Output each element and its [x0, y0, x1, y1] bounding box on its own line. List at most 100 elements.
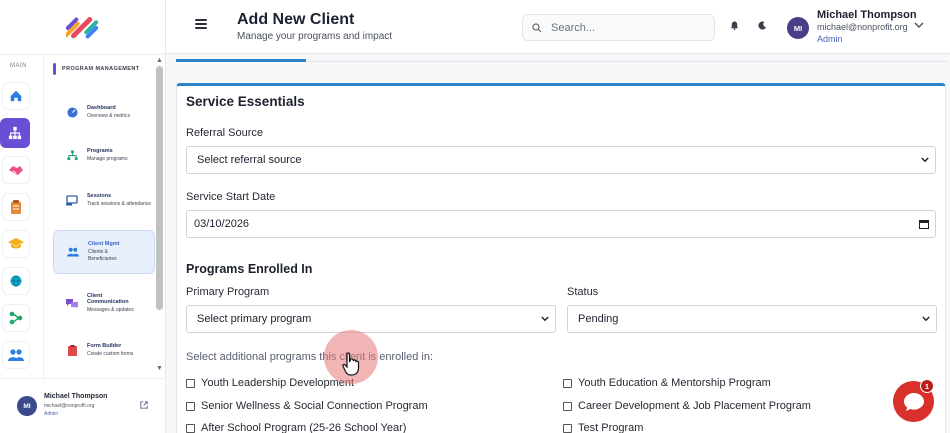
sidebar-item-title: Client Communication	[87, 292, 129, 305]
search-bar[interactable]	[522, 14, 715, 41]
flow-icon[interactable]	[2, 304, 30, 332]
external-link-icon[interactable]	[140, 401, 148, 409]
sidebar-item-dashboard[interactable]: Dashboard Overview & metrics	[53, 90, 155, 134]
status-select[interactable]: Pending	[567, 305, 937, 333]
section-title: Service Essentials	[186, 94, 305, 109]
scroll-down-arrow-icon[interactable]: ▼	[156, 365, 163, 372]
chevron-down-icon	[541, 316, 549, 322]
sidebar-item-title: Sessions	[87, 192, 112, 199]
search-icon	[532, 22, 542, 33]
sessions-icon	[65, 194, 79, 206]
checkbox[interactable]	[186, 378, 195, 388]
program-checkbox[interactable]: Test Program	[563, 422, 643, 433]
service-start-date-label: Service Start Date	[186, 191, 276, 203]
primary-program-select[interactable]: Select primary program	[186, 305, 556, 333]
service-essentials-card: Service Essentials Referral Source Selec…	[176, 83, 946, 433]
referral-source-select[interactable]: Select referral source	[186, 146, 936, 174]
service-start-date-input[interactable]: 03/10/2026	[186, 210, 936, 238]
referral-source-value: Select referral source	[197, 154, 302, 166]
menu-icon[interactable]	[195, 19, 207, 29]
sidebar-scroll-thumb[interactable]	[156, 66, 163, 310]
sidebar-item-title: Dashboard	[87, 104, 116, 111]
org-chart-icon[interactable]	[0, 118, 30, 148]
moon-icon[interactable]	[758, 21, 767, 32]
chevron-down-icon[interactable]	[914, 22, 924, 29]
sidebar-item-client-communication[interactable]: Client Communication Messages & updates	[53, 281, 155, 325]
sidebar-item-client-mgmt[interactable]: Client Mgmt Clients & Beneficiaries	[53, 230, 155, 274]
panel-title: PROGRAM MANAGEMENT	[62, 66, 140, 72]
sidebar-item-subtitle: Track sessions & attendance	[87, 200, 152, 207]
sidebar-divider	[0, 54, 166, 55]
sidebar-item-title: Form Builder	[87, 342, 122, 349]
program-checkbox[interactable]: Youth Education & Mentorship Program	[563, 377, 771, 389]
rail-label: MAIN	[10, 63, 27, 69]
referral-source-label: Referral Source	[186, 127, 264, 139]
user-role: Admin	[44, 411, 59, 417]
user-email: michael@nonprofit.org	[44, 403, 95, 409]
user-name: Michael Thompson	[817, 9, 917, 21]
app-logo[interactable]	[66, 12, 98, 44]
scroll-up-arrow-icon[interactable]: ▲	[156, 57, 163, 64]
chevron-down-icon	[922, 316, 930, 322]
sidebar-item-form-builder[interactable]: Form Builder Create custom forms	[53, 328, 155, 372]
dashboard-icon	[65, 106, 79, 118]
checkbox[interactable]	[563, 401, 572, 411]
primary-program-label: Primary Program	[186, 286, 270, 298]
status-label: Status	[567, 286, 599, 298]
additional-programs-hint: Select additional programs this client i…	[186, 351, 434, 363]
graduation-cap-icon[interactable]	[2, 230, 30, 258]
primary-program-value: Select primary program	[197, 313, 312, 325]
sidebar-item-subtitle: Clients & Beneficiaries	[88, 249, 117, 262]
program-checkbox[interactable]: After School Program (25-26 School Year)	[186, 422, 406, 433]
program-checkbox[interactable]: Youth Leadership Development	[186, 377, 354, 389]
globe-icon[interactable]	[2, 267, 30, 295]
form-icon	[65, 344, 79, 356]
sidebar-user-card: MI Michael Thompson michael@nonprofit.or…	[0, 378, 166, 433]
status-value: Pending	[578, 313, 619, 325]
home-icon[interactable]	[2, 82, 30, 110]
sidebar-item-programs[interactable]: Programs Manage programs	[53, 133, 155, 177]
avatar[interactable]: MI	[787, 17, 809, 39]
clients-icon	[66, 247, 80, 257]
checkbox[interactable]	[563, 423, 572, 433]
search-input[interactable]	[551, 21, 701, 34]
programs-icon	[65, 149, 79, 161]
checkbox[interactable]	[186, 401, 195, 411]
sidebar-item-subtitle: Messages & updates	[87, 306, 134, 313]
program-label: Youth Leadership Development	[201, 377, 355, 389]
program-checkbox[interactable]: Career Development & Job Placement Progr…	[563, 400, 811, 412]
avatar[interactable]: MI	[17, 396, 37, 416]
program-label: Test Program	[578, 422, 644, 433]
sidebar-item-subtitle: Overview & metrics	[87, 112, 131, 119]
program-checkbox[interactable]: Senior Wellness & Social Connection Prog…	[186, 400, 428, 412]
calendar-icon[interactable]	[919, 219, 929, 229]
active-tab-indicator[interactable]	[176, 59, 306, 62]
notification-badge: 1	[920, 379, 934, 393]
program-label: Career Development & Job Placement Progr…	[578, 400, 811, 412]
checkbox[interactable]	[563, 378, 572, 388]
sidebar-item-title: Client Mgmt	[88, 241, 120, 247]
hand-cursor-icon	[342, 352, 360, 376]
handshake-icon[interactable]	[2, 156, 30, 184]
page-title: Add New Client	[237, 11, 355, 28]
chat-bubbles-icon	[65, 298, 79, 308]
sidebar-item-sessions[interactable]: Sessions Track sessions & attendance	[53, 178, 155, 222]
program-label: Senior Wellness & Social Connection Prog…	[201, 400, 428, 412]
page-subtitle: Manage your programs and impact	[237, 31, 393, 42]
program-label: Youth Education & Mentorship Program	[578, 377, 771, 389]
clipboard-icon[interactable]	[2, 193, 30, 221]
panel-heading: PROGRAM MANAGEMENT	[53, 63, 139, 75]
users-icon[interactable]	[2, 341, 30, 369]
user-name: Michael Thompson	[44, 393, 108, 400]
program-label: After School Program (25-26 School Year)	[201, 422, 407, 433]
sidebar: MAIN PROGRAM MANAGEMENT Dashboard Overvi…	[0, 0, 166, 433]
user-role: Admin	[817, 34, 843, 44]
user-email: michael@nonprofit.org	[817, 22, 908, 32]
chat-bubble-icon	[903, 392, 924, 411]
sidebar-item-subtitle: Manage programs	[87, 155, 128, 162]
bell-icon[interactable]	[730, 21, 739, 32]
checkbox[interactable]	[186, 423, 195, 433]
service-start-date-value: 03/10/2026	[194, 218, 250, 230]
programs-enrolled-heading: Programs Enrolled In	[186, 262, 313, 276]
sidebar-item-subtitle: Create custom forms	[87, 350, 134, 357]
